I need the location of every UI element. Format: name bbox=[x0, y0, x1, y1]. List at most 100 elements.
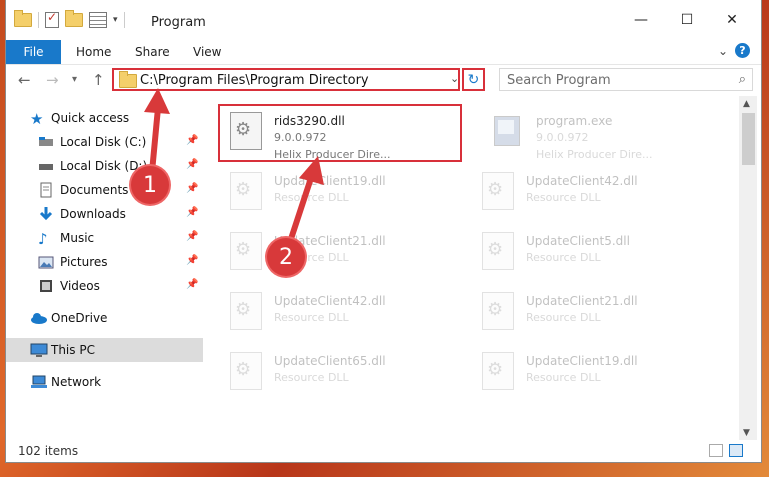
file-tile-program-exe[interactable]: program.exe 9.0.0.972 Helix Producer Dir… bbox=[486, 104, 716, 161]
drive-icon bbox=[38, 134, 54, 150]
status-bar: 102 items bbox=[6, 441, 761, 462]
file-tile[interactable]: UpdateClient5.dll Resource DLL bbox=[476, 224, 706, 274]
toolbar-dropdown-icon[interactable]: ▾ bbox=[113, 15, 118, 25]
documents-icon bbox=[38, 182, 54, 198]
sidebar-item-label: OneDrive bbox=[51, 311, 108, 325]
tab-home[interactable]: Home bbox=[76, 45, 111, 59]
search-icon[interactable]: ⌕ bbox=[739, 72, 746, 87]
file-tile[interactable]: UpdateClient42.dll Resource DLL bbox=[476, 164, 706, 214]
new-folder-icon[interactable] bbox=[65, 10, 83, 27]
sidebar-item-videos[interactable]: Videos 📌 bbox=[6, 274, 203, 298]
file-name: program.exe bbox=[536, 114, 613, 128]
minimize-button[interactable]: — bbox=[618, 0, 664, 40]
scroll-down-icon[interactable]: ▼ bbox=[743, 428, 750, 438]
file-type: Resource DLL bbox=[526, 371, 601, 384]
expand-ribbon-icon[interactable]: ⌄ bbox=[718, 44, 728, 58]
pin-icon[interactable]: 📌 bbox=[186, 183, 198, 194]
large-icons-view-icon[interactable] bbox=[729, 444, 743, 457]
search-input[interactable]: Search Program ⌕ bbox=[499, 68, 753, 91]
pin-icon[interactable]: 📌 bbox=[186, 159, 198, 170]
file-name: UpdateClient65.dll bbox=[274, 354, 386, 368]
sidebar-item-quick-access[interactable]: ★ Quick access bbox=[6, 106, 203, 130]
file-tile[interactable]: UpdateClient21.dll Resource DLL bbox=[224, 224, 454, 274]
file-tile[interactable]: UpdateClient42.dll Resource DLL bbox=[224, 284, 454, 334]
drive-icon bbox=[38, 158, 54, 174]
file-name: UpdateClient19.dll bbox=[526, 354, 638, 368]
computer-icon bbox=[30, 342, 48, 358]
tab-file[interactable]: File bbox=[6, 40, 61, 64]
music-icon: ♪ bbox=[38, 230, 48, 248]
dll-file-icon bbox=[230, 232, 262, 270]
file-type: Resource DLL bbox=[274, 371, 349, 384]
sidebar-item-label: Local Disk (D:) bbox=[60, 159, 148, 173]
ribbon-bar bbox=[6, 40, 761, 65]
back-arrow-icon[interactable]: ← bbox=[18, 71, 31, 89]
pin-icon[interactable]: 📌 bbox=[186, 255, 198, 266]
file-name: UpdateClient5.dll bbox=[526, 234, 630, 248]
recent-locations-icon[interactable]: ▾ bbox=[72, 74, 77, 85]
up-arrow-icon[interactable]: ↑ bbox=[92, 71, 105, 89]
explorer-window: ▾ Program — ☐ ✕ File Home Share View ⌄ ?… bbox=[6, 0, 761, 462]
toolbar-separator bbox=[38, 12, 39, 28]
pin-icon[interactable]: 📌 bbox=[186, 135, 198, 146]
dll-file-icon bbox=[482, 232, 514, 270]
sidebar-item-music[interactable]: ♪ Music 📌 bbox=[6, 226, 203, 250]
sidebar-item-label: Videos bbox=[60, 279, 100, 293]
folder-icon bbox=[14, 10, 32, 27]
properties-check-icon[interactable] bbox=[45, 10, 59, 28]
customize-toolbar-icon[interactable] bbox=[89, 12, 107, 28]
dll-file-icon bbox=[482, 292, 514, 330]
file-name: UpdateClient42.dll bbox=[526, 174, 638, 188]
pictures-icon bbox=[38, 254, 54, 270]
file-tile[interactable]: UpdateClient19.dll Resource DLL bbox=[476, 344, 706, 394]
dll-file-icon bbox=[230, 172, 262, 210]
pin-icon[interactable]: 📌 bbox=[186, 279, 198, 290]
sidebar-item-pictures[interactable]: Pictures 📌 bbox=[6, 250, 203, 274]
navigation-pane: ★ Quick access Local Disk (C:) 📌 Local D… bbox=[6, 100, 203, 440]
tab-view[interactable]: View bbox=[193, 45, 221, 59]
network-icon bbox=[30, 374, 47, 390]
file-type: Resource DLL bbox=[274, 311, 349, 324]
sidebar-item-this-pc[interactable]: This PC bbox=[6, 338, 203, 362]
file-name: UpdateClient19.dll bbox=[274, 174, 386, 188]
sidebar-item-label: Network bbox=[51, 375, 102, 389]
videos-icon bbox=[38, 278, 54, 294]
dll-file-icon bbox=[482, 352, 514, 390]
sidebar-item-label: Music bbox=[60, 231, 95, 245]
file-tile[interactable]: UpdateClient65.dll Resource DLL bbox=[224, 344, 454, 394]
file-tile[interactable]: UpdateClient19.dll Resource DLL bbox=[224, 164, 454, 214]
sidebar-item-downloads[interactable]: Downloads 📌 bbox=[6, 202, 203, 226]
window-title: Program bbox=[151, 15, 206, 30]
details-view-icon[interactable] bbox=[709, 444, 723, 457]
close-button[interactable]: ✕ bbox=[709, 0, 755, 40]
dll-file-icon bbox=[230, 352, 262, 390]
sidebar-item-network[interactable]: Network bbox=[6, 370, 203, 394]
sidebar-item-local-disk-d[interactable]: Local Disk (D:) 📌 bbox=[6, 154, 203, 178]
scroll-up-icon[interactable]: ▲ bbox=[743, 99, 750, 109]
cloud-icon bbox=[30, 310, 47, 326]
pin-icon[interactable]: 📌 bbox=[186, 231, 198, 242]
refresh-button[interactable]: ↻ bbox=[462, 68, 485, 91]
sidebar-item-documents[interactable]: Documents 📌 bbox=[6, 178, 203, 202]
help-icon[interactable]: ? bbox=[735, 43, 750, 58]
file-type: Resource DLL bbox=[526, 251, 601, 264]
maximize-button[interactable]: ☐ bbox=[664, 0, 710, 40]
annotation-badge-1: 1 bbox=[131, 166, 169, 204]
forward-arrow-icon[interactable]: → bbox=[46, 71, 59, 89]
sidebar-item-onedrive[interactable]: OneDrive bbox=[6, 306, 203, 330]
file-type: Resource DLL bbox=[274, 191, 349, 204]
address-bar[interactable]: C:\Program Files\Program Directory bbox=[112, 68, 460, 91]
scrollbar-thumb[interactable] bbox=[742, 113, 755, 165]
downloads-icon bbox=[38, 206, 54, 222]
search-placeholder: Search Program bbox=[507, 73, 611, 88]
star-icon: ★ bbox=[30, 110, 44, 128]
pin-icon[interactable]: 📌 bbox=[186, 207, 198, 218]
sidebar-item-local-disk-c[interactable]: Local Disk (C:) 📌 bbox=[6, 130, 203, 154]
file-tile[interactable]: UpdateClient21.dll Resource DLL bbox=[476, 284, 706, 334]
sidebar-item-label: Pictures bbox=[60, 255, 108, 269]
sidebar-item-label: Quick access bbox=[51, 111, 130, 125]
address-path[interactable]: C:\Program Files\Program Directory bbox=[140, 73, 369, 88]
dll-file-icon bbox=[230, 292, 262, 330]
tab-share[interactable]: Share bbox=[135, 45, 170, 59]
address-dropdown-icon[interactable]: ⌄ bbox=[450, 72, 459, 85]
